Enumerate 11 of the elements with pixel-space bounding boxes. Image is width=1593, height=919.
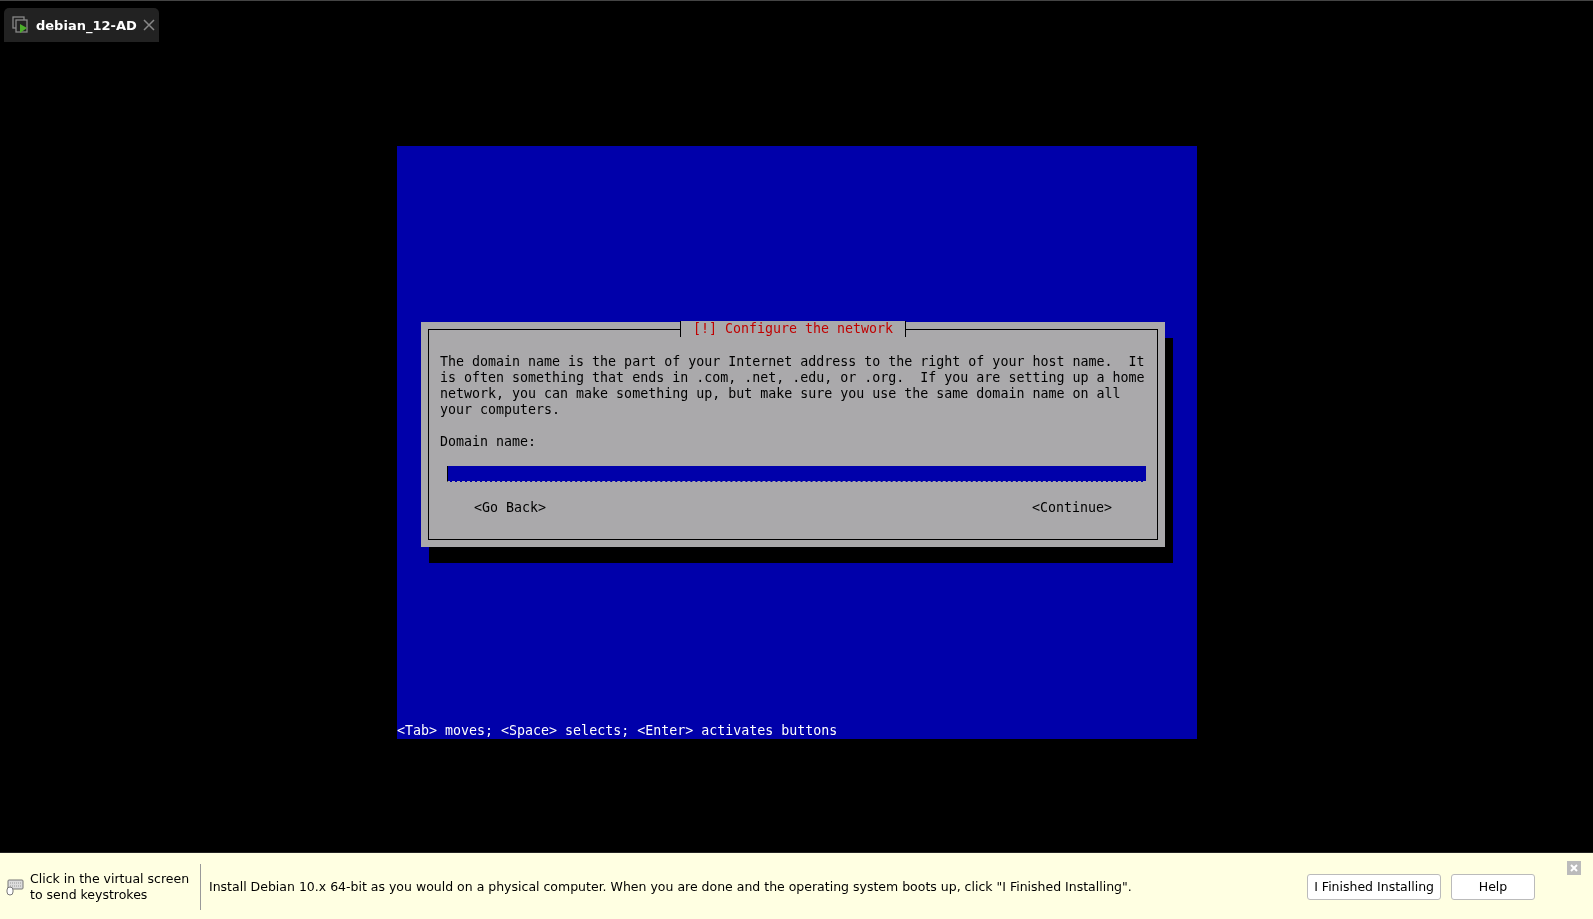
dialog-title: [!] Configure the network <box>679 321 907 337</box>
finished-installing-button[interactable]: I Finished Installing <box>1307 873 1441 900</box>
install-message: Install Debian 10.x 64-bit as you would on a physical computer. When you are done and the operating system boots up, click "I Finished Installing". <box>208 879 1133 894</box>
help-button[interactable]: Help <box>1451 873 1535 900</box>
vm-tab[interactable]: debian_12-AD <box>4 8 159 42</box>
field-label: Domain name: <box>440 434 538 450</box>
go-back-button[interactable]: <Go Back> <box>474 500 547 515</box>
continue-button[interactable]: <Continue> <box>1031 500 1112 515</box>
keyboard-hint: <Tab> moves; <Space> selects; <Enter> activates buttons <box>397 723 839 739</box>
description-text: The domain name is the part of your Internet address to the right of your host name. It is often something that ends in .com, .net, .edu, or .org. If you are setting up a home network, you can make something up, but make sure you use the same domain name on all your computers. <box>440 354 1146 418</box>
keyboard-hint-text: Click in the virtual screen to send keystrokes <box>30 870 191 903</box>
